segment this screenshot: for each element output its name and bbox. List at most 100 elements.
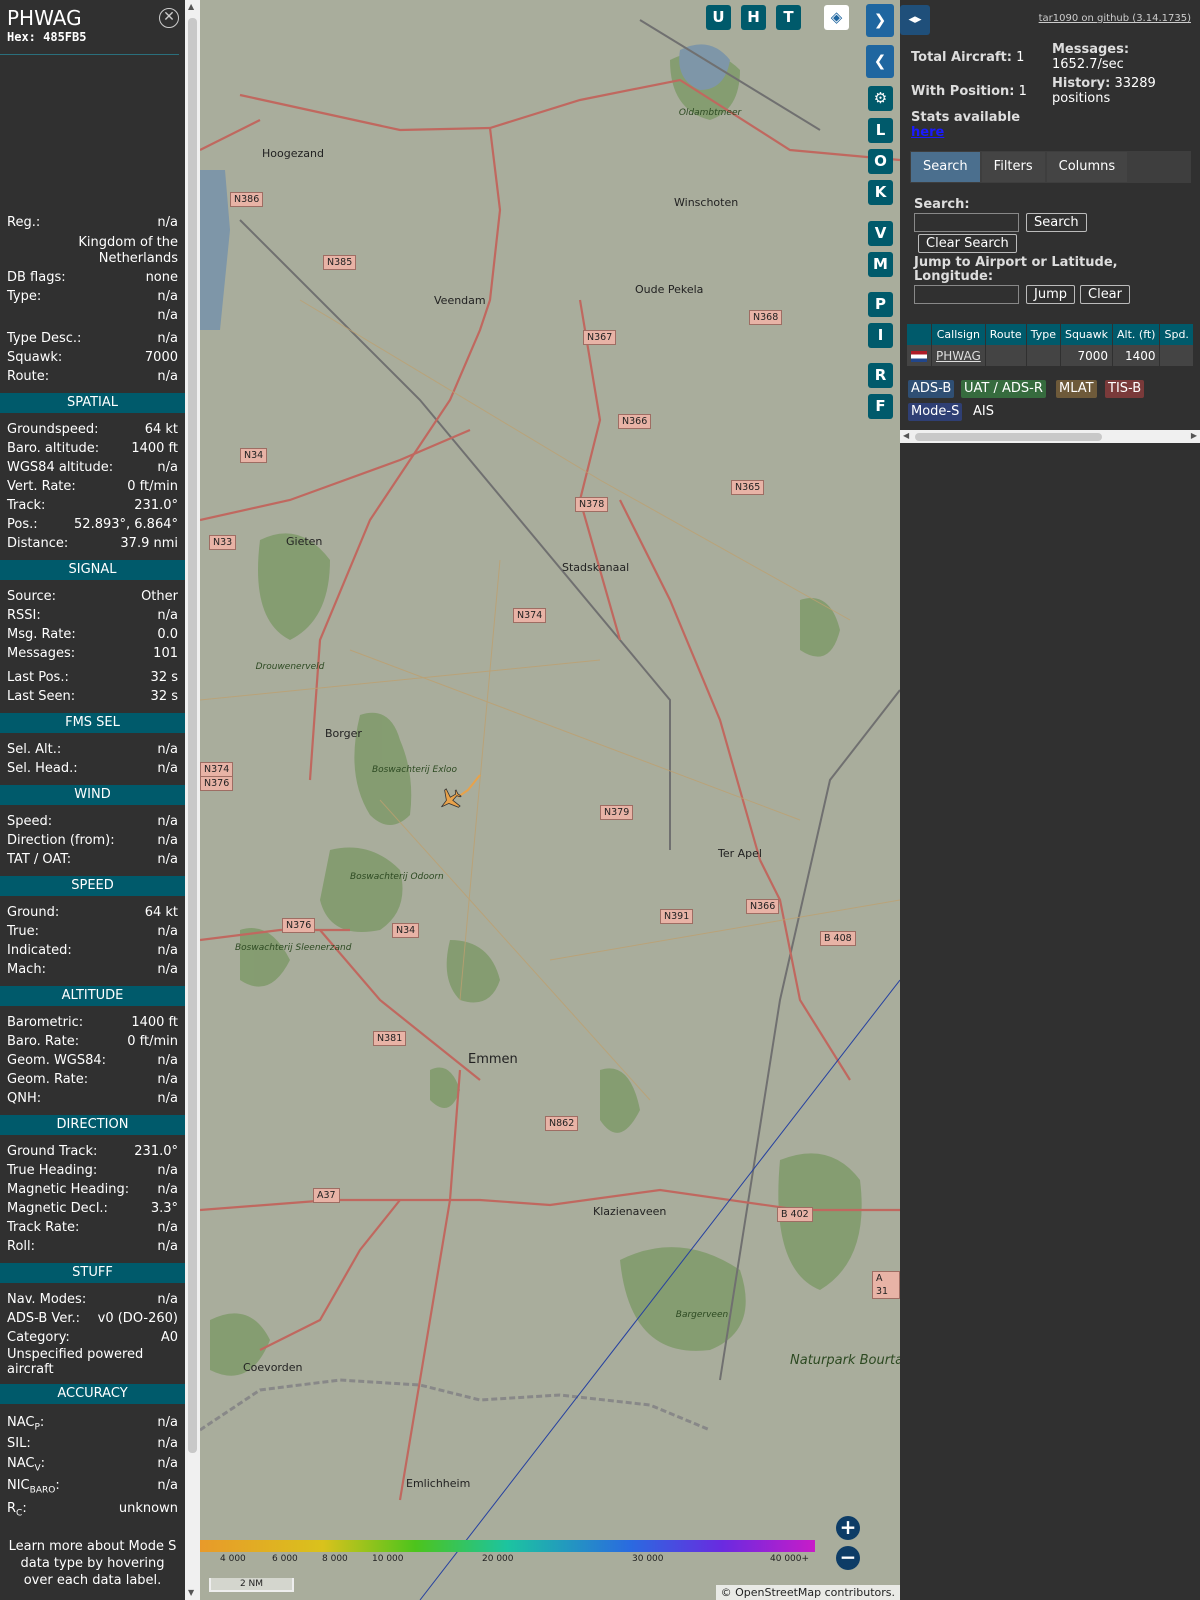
tab-filters[interactable]: Filters [981, 152, 1045, 182]
altitude-label: Baro. Rate: [7, 1034, 80, 1049]
nicbaro-value: n/a [157, 1478, 178, 1493]
type-value-2: n/a [157, 308, 178, 323]
fms-value: n/a [157, 742, 178, 757]
road-shield: N34 [240, 448, 268, 463]
signal-row: RSSI: n/a [0, 606, 185, 625]
section-signal: SIGNAL [0, 560, 185, 580]
jump-input[interactable] [914, 285, 1019, 304]
map-button-k[interactable]: K [868, 180, 893, 205]
info-panel-scrollbar[interactable]: ▲ ▼ [185, 0, 200, 1600]
column-type[interactable]: Type [1026, 324, 1061, 345]
h-scrollbar-thumb[interactable] [915, 433, 1102, 441]
forest-areas [210, 52, 862, 1376]
altitude-label: Barometric: [7, 1015, 84, 1030]
map-button-p[interactable]: P [868, 292, 893, 317]
scale-tick-label: 20 000 [482, 1554, 514, 1564]
road-shield: N376 [200, 776, 234, 791]
gear-icon[interactable]: ⚙ [868, 86, 893, 111]
section-spatial: SPATIAL [0, 393, 185, 413]
scroll-right-icon[interactable]: ▶ [1191, 431, 1197, 440]
map-button-t[interactable]: T [776, 5, 801, 30]
altitude-row: Baro. Rate: 0 ft/min [0, 1032, 185, 1051]
map-button-u[interactable]: U [706, 5, 731, 30]
nature-area-label: Boswachterij Odoorn [350, 872, 444, 882]
tab-search[interactable]: Search [911, 152, 980, 182]
map-button-l[interactable]: L [868, 118, 893, 143]
search-input[interactable] [914, 213, 1019, 232]
github-link[interactable]: tar1090 on github (3.14.1735) [1039, 13, 1191, 24]
aircraft-icon[interactable] [435, 785, 466, 816]
wind-rows: Speed: n/a Direction (from): n/a TAT / OAT: n… [0, 812, 185, 869]
town-label: Emlichheim [406, 1477, 471, 1490]
map-button-f[interactable]: F [868, 394, 893, 419]
sidebar-tabs: Search Filters Columns [910, 151, 1191, 183]
table-header-row: Callsign Route Type Squawk Alt. (ft) Spd… [907, 324, 1194, 345]
route-label: Route: [7, 369, 50, 384]
nicbaro-label: NICBARO: [7, 1478, 60, 1496]
stats-link[interactable]: here [911, 125, 944, 140]
map-view[interactable]: Hoogezand Winschoten Veendam Oude Pekela Gie… [200, 0, 900, 1600]
spatial-row: Vert. Rate: 0 ft/min [0, 477, 185, 496]
search-button[interactable]: Search [1026, 213, 1087, 232]
jump-button[interactable]: Jump [1026, 285, 1075, 304]
column-callsign[interactable]: Callsign [931, 324, 986, 345]
spatial-value: n/a [157, 460, 178, 475]
town-label: Borger [325, 727, 362, 740]
zoom-out-button[interactable]: − [836, 1546, 860, 1570]
messages-rate: Messages: 1652.7/sec [1052, 42, 1130, 72]
nicbaro-row: NICBARO: n/a [0, 1474, 185, 1497]
spatial-label: Vert. Rate: [7, 479, 76, 494]
nature-area-label: Oldambtmeer [678, 108, 742, 118]
signal-label: Last Pos.: [7, 670, 69, 685]
wind-label: TAT / OAT: [7, 852, 72, 867]
direction-row: Track Rate: n/a [0, 1218, 185, 1237]
chevron-left-icon[interactable]: ❮ [866, 45, 894, 78]
layers-icon[interactable]: ◈ [824, 5, 849, 30]
chevron-right-icon[interactable]: ❯ [866, 4, 894, 37]
column-altitude[interactable]: Alt. (ft) [1112, 324, 1161, 345]
speed-row: True: n/a [0, 922, 185, 941]
column-route[interactable]: Route [985, 324, 1027, 345]
altitude-color-scale [200, 1540, 815, 1552]
scrollbar-thumb[interactable] [188, 18, 197, 1453]
direction-label: Magnetic Heading: [7, 1182, 130, 1197]
stuff-label: Nav. Modes: [7, 1292, 87, 1307]
direction-row: Magnetic Heading: n/a [0, 1180, 185, 1199]
section-wind: WIND [0, 785, 185, 805]
zoom-in-button[interactable]: + [836, 1516, 860, 1540]
table-horizontal-scrollbar[interactable]: ◀ ▶ [900, 430, 1200, 443]
map-button-r[interactable]: R [868, 363, 893, 388]
town-label: Coevorden [243, 1361, 303, 1374]
rc-label: RC: [7, 1501, 27, 1519]
fms-row: Sel. Head.: n/a [0, 759, 185, 778]
toggle-sidebar-button[interactable]: ◂▸ [900, 5, 930, 35]
map-button-o[interactable]: O [868, 149, 893, 174]
map-button-i[interactable]: I [868, 323, 893, 348]
scroll-up-icon[interactable]: ▲ [188, 2, 194, 11]
column-flag[interactable] [907, 324, 932, 345]
map-button-h[interactable]: H [741, 5, 766, 30]
row-callsign[interactable]: PHWAG [931, 345, 986, 366]
town-label: Oude Pekela [635, 283, 704, 296]
column-speed[interactable]: Spd. [1159, 324, 1194, 345]
direction-label: Magnetic Decl.: [7, 1201, 108, 1216]
map-button-v[interactable]: V [868, 221, 893, 246]
clear-search-button[interactable]: Clear Search [918, 234, 1017, 253]
tab-columns[interactable]: Columns [1046, 152, 1128, 182]
scroll-down-icon[interactable]: ▼ [188, 1588, 194, 1597]
close-icon[interactable]: ✕ [159, 8, 179, 28]
scale-tick-label: 6 000 [272, 1554, 298, 1564]
road-shield: N367 [583, 330, 617, 345]
legend-ais: AIS [973, 404, 994, 419]
table-row[interactable]: PHWAG 7000 1400 [907, 345, 1194, 366]
map-attribution[interactable]: © OpenStreetMap contributors. [715, 1585, 900, 1600]
column-squawk[interactable]: Squawk [1060, 324, 1114, 345]
clear-button[interactable]: Clear [1080, 285, 1130, 304]
scroll-left-icon[interactable]: ◀ [903, 431, 909, 440]
spatial-value: 64 kt [144, 422, 178, 437]
fms-row: Sel. Alt.: n/a [0, 740, 185, 759]
town-label: Winschoten [674, 196, 739, 209]
map-button-m[interactable]: M [868, 252, 893, 277]
legend-adsb: ADS-B [908, 380, 955, 398]
town-label: Ter Apel [718, 847, 762, 860]
